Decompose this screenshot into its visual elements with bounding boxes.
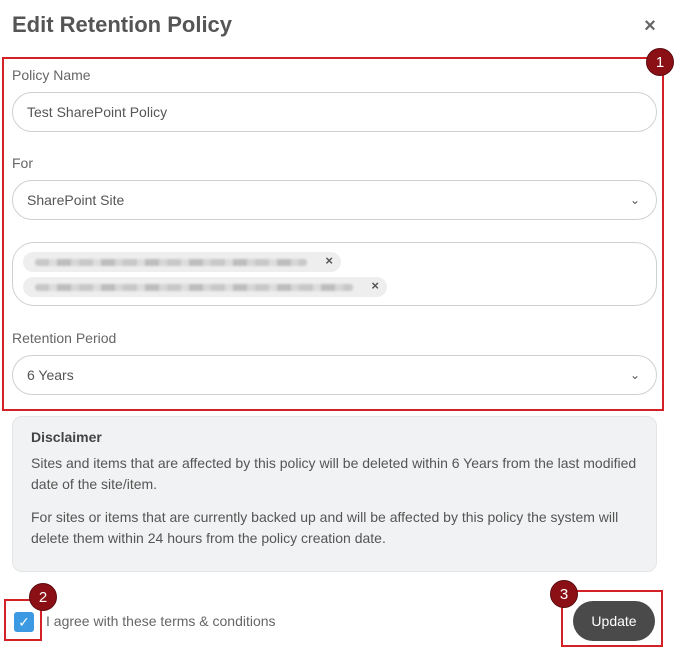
disclaimer-paragraph: Sites and items that are affected by thi… bbox=[31, 455, 637, 492]
highlight-box-form bbox=[2, 57, 664, 411]
annotation-marker-2: 2 bbox=[29, 583, 57, 611]
agree-label: I agree with these terms & conditions bbox=[46, 613, 276, 629]
disclaimer-paragraph: For sites or items that are currently ba… bbox=[31, 509, 619, 546]
page-title: Edit Retention Policy bbox=[12, 12, 233, 37]
disclaimer-box: Disclaimer Sites and items that are affe… bbox=[12, 416, 657, 572]
close-icon[interactable]: × bbox=[640, 14, 660, 38]
disclaimer-heading: Disclaimer bbox=[31, 429, 102, 445]
annotation-marker-1: 1 bbox=[646, 48, 674, 76]
annotation-marker-3: 3 bbox=[550, 580, 578, 608]
